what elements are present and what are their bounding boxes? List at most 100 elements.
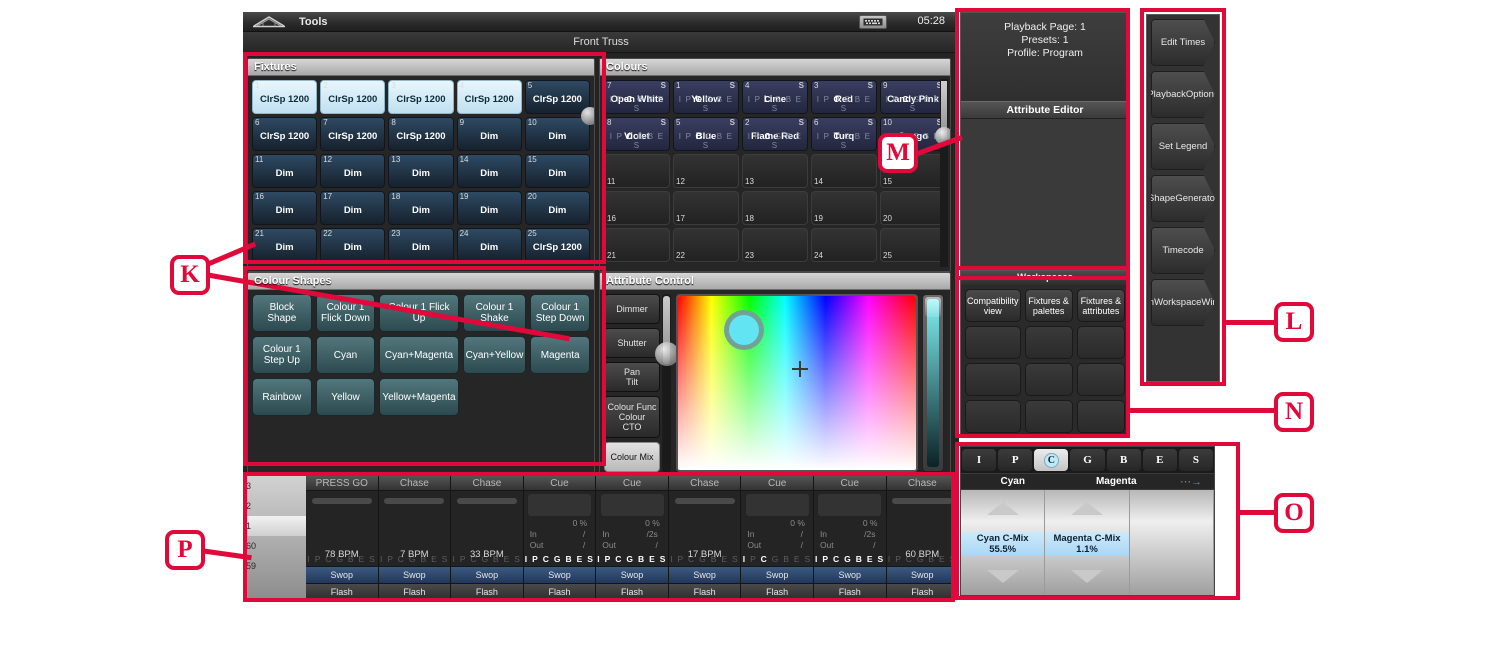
fixture-cell[interactable]: 2ClrSp 1200	[320, 80, 385, 114]
attribute-tab-p[interactable]: P	[998, 449, 1032, 471]
colour-cell[interactable]: 4SLimeI P C G B E S	[742, 80, 808, 114]
colour-shape-button[interactable]: Colour 1 Step Down	[530, 294, 590, 332]
playback-flash-button[interactable]: Flash	[814, 583, 886, 600]
attribute-more-arrow-icon[interactable]: ⋯→	[1168, 474, 1214, 489]
playback-page-item[interactable]: 59	[243, 556, 306, 576]
playback-swop-button[interactable]: Swop	[741, 566, 813, 583]
playback-level-box[interactable]	[746, 494, 809, 516]
playback-legend[interactable]: Chase	[451, 476, 523, 491]
colour-cell[interactable]: 11	[604, 154, 670, 188]
playback-swop-button[interactable]: Swop	[306, 566, 378, 583]
playback-flash-button[interactable]: Flash	[451, 583, 523, 600]
fixtures-scroll-knob[interactable]	[581, 107, 595, 125]
attribute-buttons-scrollbar[interactable]	[662, 294, 671, 472]
playback-legend[interactable]: Cue	[814, 476, 886, 491]
menu-button[interactable]: ShapeGenerator	[1151, 175, 1215, 222]
fixture-cell[interactable]: 12Dim	[320, 154, 385, 188]
workspace-button-empty[interactable]	[1025, 326, 1073, 359]
fixture-cell[interactable]: 22Dim	[320, 228, 385, 262]
workspace-button-empty[interactable]	[1025, 363, 1073, 396]
playback-flash-button[interactable]: Flash	[669, 583, 741, 600]
playback-level-bar[interactable]	[675, 498, 735, 504]
wheel-down-arrow-icon[interactable]	[987, 570, 1019, 583]
attribute-tab-i[interactable]: I	[962, 449, 996, 471]
colour-cell[interactable]: 22	[673, 228, 739, 262]
playback-legend[interactable]: PRESS GO	[306, 476, 378, 491]
colour-cell[interactable]: 14	[811, 154, 877, 188]
colour-shape-button[interactable]: Yellow	[316, 378, 376, 416]
playback-page-item[interactable]: 1	[243, 516, 306, 536]
colour-cell[interactable]: 17	[673, 191, 739, 225]
playback-swop-button[interactable]: Swop	[669, 566, 741, 583]
playback-page-list[interactable]: 3216059	[243, 476, 306, 600]
playback-flash-button[interactable]: Flash	[306, 583, 378, 600]
menu-button[interactable]: PlaybackOptions	[1151, 71, 1215, 118]
workspace-button[interactable]: Fixtures & palettes	[1025, 289, 1073, 322]
fixture-cell[interactable]: 24Dim	[457, 228, 522, 262]
keyboard-icon[interactable]	[859, 15, 887, 29]
workspace-button-empty[interactable]	[1077, 400, 1125, 433]
menu-button[interactable]: Edit Times	[1151, 19, 1215, 66]
playback-level-bar[interactable]	[457, 498, 517, 504]
fixture-cell[interactable]: 19Dim	[457, 191, 522, 225]
playback-page-item[interactable]: 60	[243, 536, 306, 556]
attribute-tab-e[interactable]: E	[1143, 449, 1177, 471]
workspace-button-empty[interactable]	[965, 400, 1021, 433]
wheel-up-arrow-icon[interactable]	[987, 502, 1019, 515]
colour-shape-button[interactable]: Cyan+Yellow	[463, 336, 527, 374]
playback-legend[interactable]: Chase	[887, 476, 959, 491]
playback-level-bar[interactable]	[312, 498, 372, 504]
attribute-wheel[interactable]	[1130, 490, 1214, 595]
fixture-cell[interactable]: 3ClrSp 1200	[388, 80, 453, 114]
fixture-cell[interactable]: 25ClrSp 1200	[525, 228, 590, 262]
colour-picker-gradient[interactable]	[678, 296, 916, 470]
attribute-tab-s[interactable]: S	[1179, 449, 1213, 471]
playback-swop-button[interactable]: Swop	[814, 566, 886, 583]
playback-legend[interactable]: Cue	[524, 476, 596, 491]
colour-cell[interactable]: 24	[811, 228, 877, 262]
colour-picker[interactable]	[676, 294, 918, 472]
attribute-button[interactable]: Colour FuncColourCTO	[604, 396, 660, 438]
fixture-cell[interactable]: 1ClrSp 1200	[252, 80, 317, 114]
fixture-cell[interactable]: 6ClrSp 1200	[252, 117, 317, 151]
playback-legend[interactable]: Cue	[596, 476, 668, 491]
colour-cell[interactable]: 23	[742, 228, 808, 262]
playback-swop-button[interactable]: Swop	[524, 566, 596, 583]
colour-shape-button[interactable]: Block Shape	[252, 294, 312, 332]
playback-flash-button[interactable]: Flash	[524, 583, 596, 600]
menu-button[interactable]: Set Legend	[1151, 123, 1215, 170]
fixture-cell[interactable]: 18Dim	[388, 191, 453, 225]
playback-page-item[interactable]: 2	[243, 496, 306, 516]
playback-flash-button[interactable]: Flash	[379, 583, 451, 600]
wheel-up-arrow-icon[interactable]	[1071, 502, 1103, 515]
attribute-button[interactable]: PanTilt	[604, 362, 660, 392]
colour-cell[interactable]: 2SFlame RedI P C G B E S	[742, 117, 808, 151]
colour-shape-button[interactable]: Magenta	[530, 336, 590, 374]
playback-legend[interactable]: Chase	[379, 476, 451, 491]
playback-flash-button[interactable]: Flash	[887, 583, 959, 600]
colour-cell[interactable]: 6STurqI P C G B E S	[811, 117, 877, 151]
playback-legend[interactable]: Cue	[741, 476, 813, 491]
colour-cell[interactable]: 8SVioletI P C G B E S	[604, 117, 670, 151]
colour-cell[interactable]: 20	[880, 191, 946, 225]
attribute-wheel[interactable]: Cyan C-Mix55.5%	[961, 490, 1045, 595]
fixture-cell[interactable]: 11Dim	[252, 154, 317, 188]
playback-level-bar[interactable]	[384, 498, 444, 504]
attribute-editor-body[interactable]	[961, 119, 1129, 279]
colour-shape-button[interactable]: Cyan	[316, 336, 376, 374]
attribute-button[interactable]: Colour Mix	[604, 442, 660, 472]
attribute-tab-b[interactable]: B	[1107, 449, 1141, 471]
colour-shape-button[interactable]: Colour 1 Step Up	[252, 336, 312, 374]
colour-cell[interactable]: 3SRedI P C G B E S	[811, 80, 877, 114]
fixture-cell[interactable]: 10Dim	[525, 117, 590, 151]
fixture-cell[interactable]: 5ClrSp 1200	[525, 80, 590, 114]
colour-cell[interactable]: 25	[880, 228, 946, 262]
playback-level-box[interactable]	[528, 494, 591, 516]
playback-legend[interactable]: Chase	[669, 476, 741, 491]
fixture-cell[interactable]: 8ClrSp 1200	[388, 117, 453, 151]
colours-scrollbar[interactable]	[940, 79, 948, 267]
fixture-cell[interactable]: 14Dim	[457, 154, 522, 188]
workspace-button-empty[interactable]	[1077, 326, 1125, 359]
playback-swop-button[interactable]: Swop	[379, 566, 451, 583]
colour-cell[interactable]: 5SBlueI P C G B E S	[673, 117, 739, 151]
